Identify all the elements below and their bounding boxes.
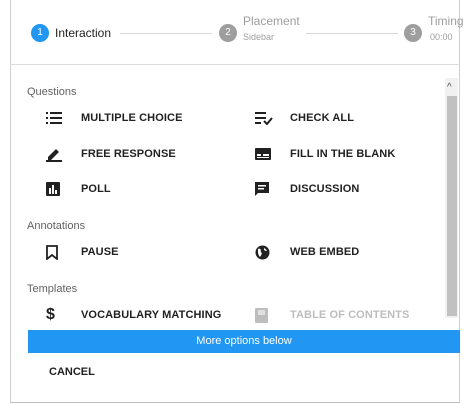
globe-icon — [255, 242, 277, 262]
step-2-number[interactable]: 2 — [219, 24, 237, 42]
option-label: TABLE OF CONTENTS — [290, 309, 410, 321]
option-label: WEB EMBED — [290, 246, 360, 258]
option-table-of-contents[interactable]: TABLE OF CONTENTS — [255, 303, 409, 327]
option-poll[interactable]: POLL — [46, 177, 111, 201]
discussion-icon — [255, 179, 277, 199]
cancel-button[interactable]: CANCEL — [49, 366, 95, 378]
option-label: MULTIPLE CHOICE — [81, 112, 183, 124]
option-label: DISCUSSION — [290, 183, 360, 195]
section-title-annotations: Annotations — [27, 220, 86, 232]
step-3-sublabel: 00:00 — [430, 32, 453, 42]
section-title-questions: Questions — [27, 86, 77, 98]
option-pause[interactable]: PAUSE — [46, 240, 119, 264]
option-label: FILL IN THE BLANK — [290, 148, 396, 160]
scrollbar-thumb[interactable] — [447, 96, 457, 316]
step-3-number[interactable]: 3 — [404, 24, 422, 42]
step-connector-1 — [120, 33, 212, 34]
poll-icon — [46, 179, 68, 199]
pencil-icon — [46, 144, 68, 164]
option-label: POLL — [81, 183, 111, 195]
option-label: PAUSE — [81, 246, 119, 258]
option-label: VOCABULARY MATCHING — [81, 309, 222, 321]
step-3-label[interactable]: Timing — [428, 14, 463, 28]
option-vocabulary-matching[interactable]: $ VOCABULARY MATCHING — [46, 303, 221, 327]
list-icon — [46, 108, 68, 128]
checklist-icon — [255, 108, 277, 128]
more-options-banner[interactable]: More options below — [28, 330, 460, 353]
option-fill-in-the-blank[interactable]: FILL IN THE BLANK — [255, 142, 395, 166]
dollar-icon: $ — [46, 306, 55, 323]
option-multiple-choice[interactable]: MULTIPLE CHOICE — [46, 106, 183, 130]
bookmark-icon — [46, 242, 68, 262]
step-connector-2 — [306, 33, 398, 34]
option-label: FREE RESPONSE — [81, 148, 176, 160]
step-1-label[interactable]: Interaction — [55, 26, 111, 40]
option-label: CHECK ALL — [290, 112, 355, 124]
option-free-response[interactable]: FREE RESPONSE — [46, 142, 176, 166]
step-2-sublabel: Sidebar — [243, 32, 275, 42]
blank-icon — [255, 144, 277, 164]
option-check-all[interactable]: CHECK ALL — [255, 106, 354, 130]
option-discussion[interactable]: DISCUSSION — [255, 177, 359, 201]
section-title-templates: Templates — [27, 283, 78, 295]
step-2-label[interactable]: Placement — [243, 14, 300, 28]
step-1-number[interactable]: 1 — [31, 24, 49, 42]
scroll-up-icon[interactable]: ^ — [447, 82, 452, 93]
option-web-embed[interactable]: WEB EMBED — [255, 240, 359, 264]
page-icon — [255, 305, 277, 325]
stepper-divider — [10, 64, 460, 65]
